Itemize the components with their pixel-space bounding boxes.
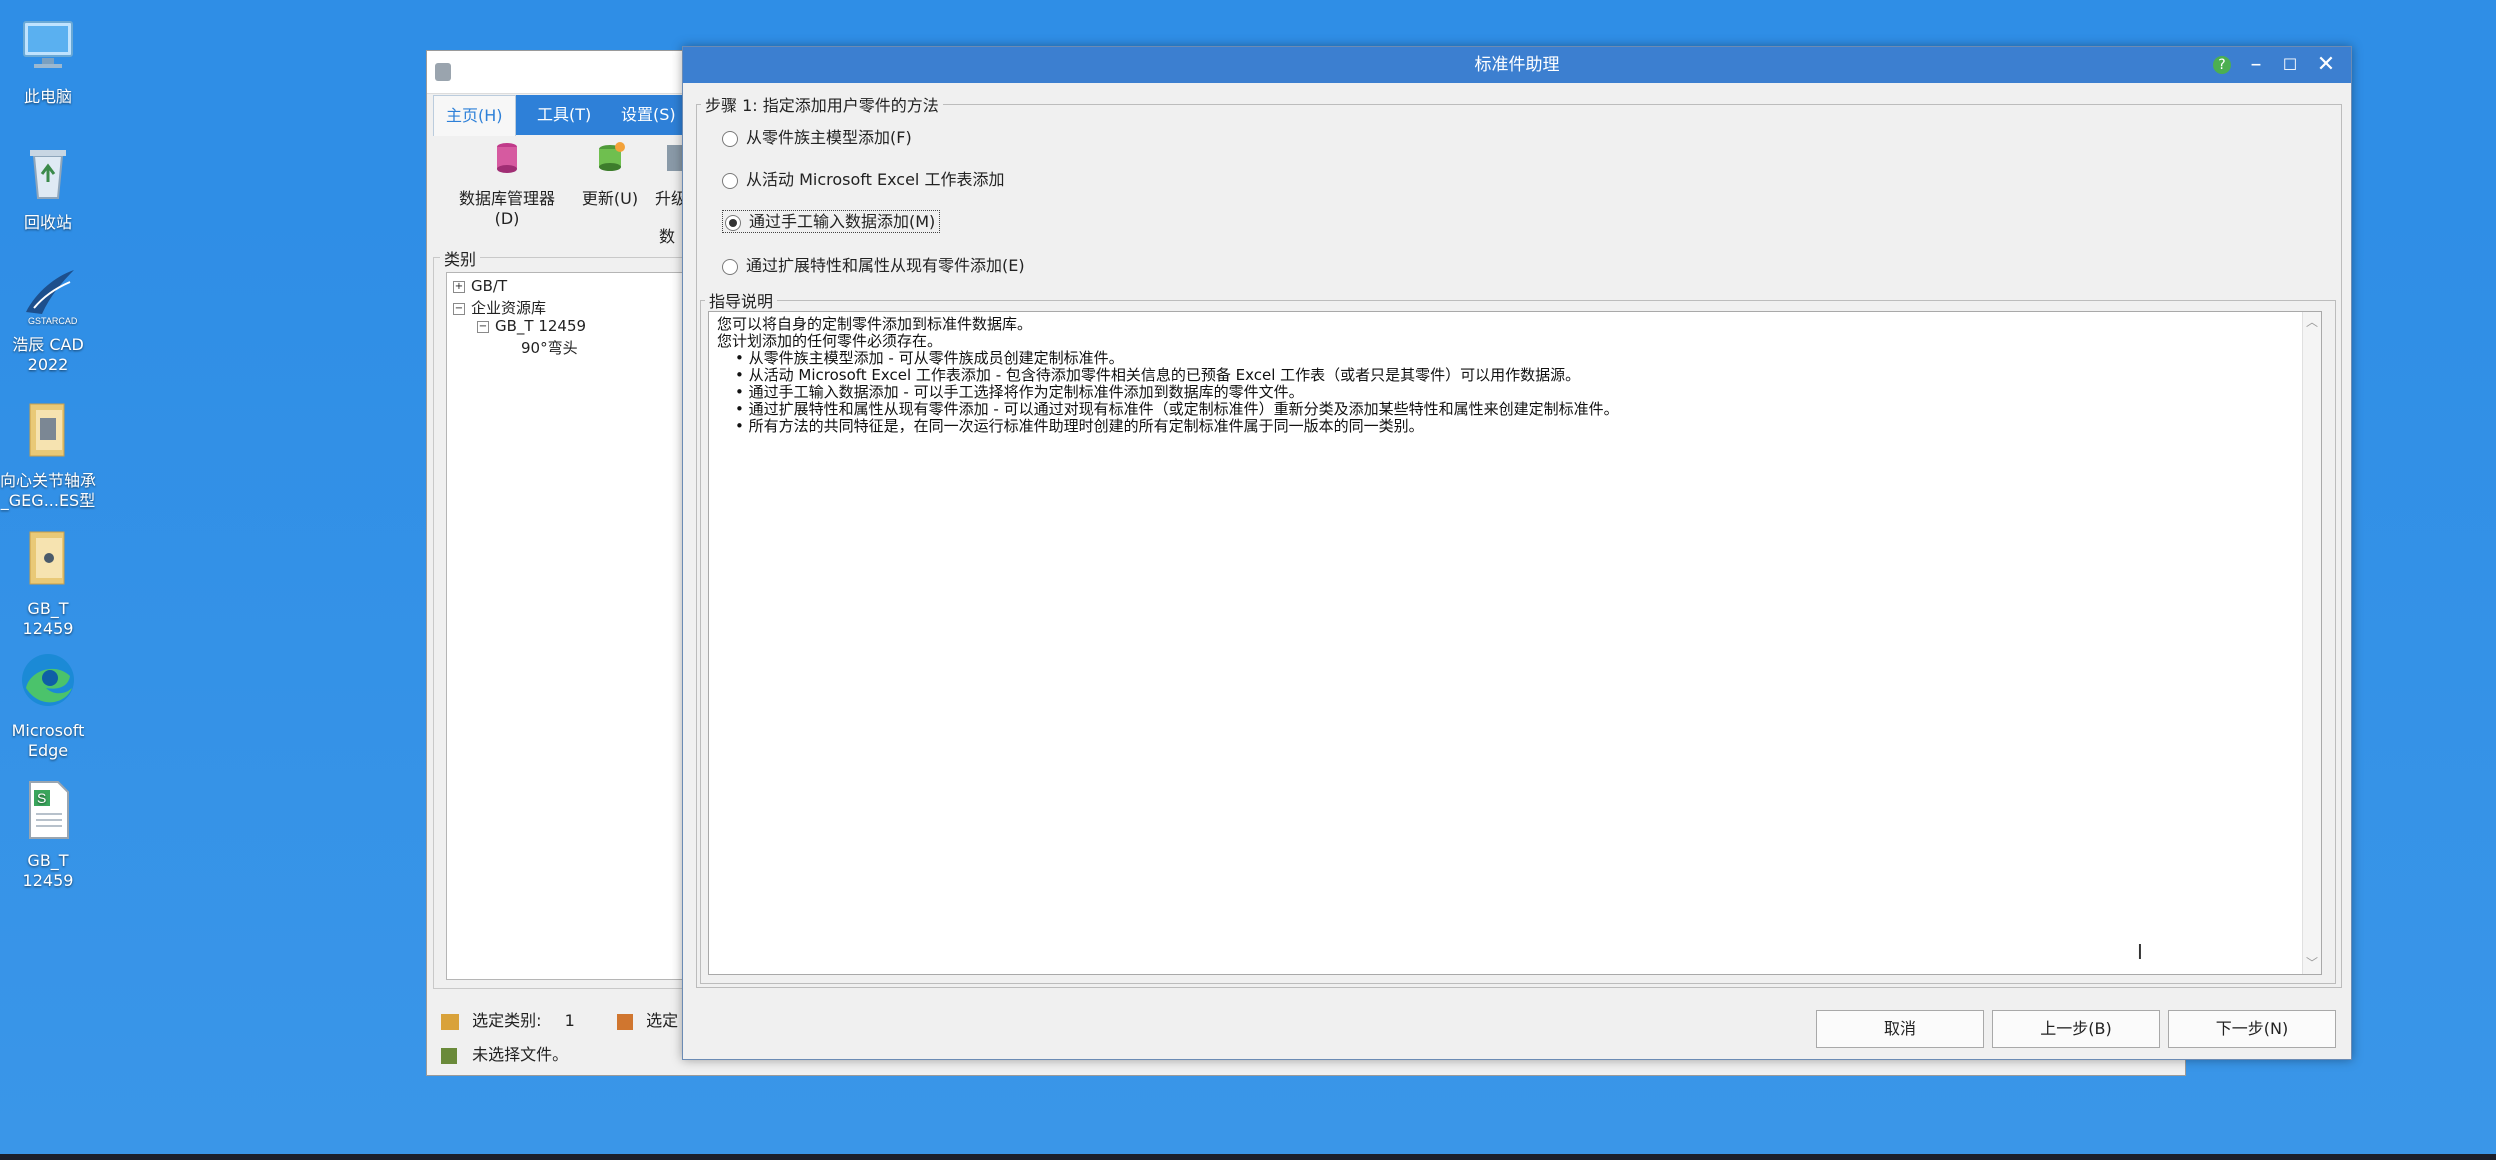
step-title: 步骤 1: 指定添加用户零件的方法 bbox=[705, 96, 939, 115]
dialog-title: 标准件助理 bbox=[1474, 55, 1560, 75]
help-icon[interactable]: ? bbox=[2205, 47, 2239, 83]
desktop-icon-edge[interactable]: Microsoft Edge bbox=[0, 648, 96, 761]
tree-node-elbow[interactable]: 90°弯头 bbox=[521, 337, 578, 358]
desktop-icon-label: 回收站 bbox=[23, 213, 72, 232]
option-label: 从零件族主模型添加(F) bbox=[746, 128, 912, 147]
taskbar bbox=[0, 1154, 2496, 1160]
collapse-icon[interactable]: − bbox=[453, 302, 465, 315]
guide-bullet: • 从活动 Microsoft Excel 工作表添加 - 包含待添加零件相关信… bbox=[735, 366, 1581, 384]
tree-node-gbt[interactable]: + GB/T bbox=[453, 277, 507, 295]
cancel-button[interactable]: 取消 bbox=[1816, 1010, 1984, 1048]
save-icon bbox=[441, 1047, 457, 1064]
option-label: 从活动 Microsoft Excel 工作表添加 bbox=[746, 170, 1005, 189]
expand-icon[interactable]: + bbox=[453, 280, 465, 293]
option-family-model[interactable]: 从零件族主模型添加(F) bbox=[722, 124, 912, 148]
edge-icon bbox=[22, 654, 74, 706]
radio-selected-icon[interactable] bbox=[725, 214, 741, 231]
no-file-row: 未选择文件。 bbox=[441, 1041, 568, 1065]
database-manager-label: 数据库管理器(D) bbox=[458, 189, 555, 228]
scroll-up-icon[interactable]: ︿ bbox=[2303, 314, 2321, 331]
desktop-icon-this-pc[interactable]: 此电脑 bbox=[0, 14, 96, 107]
desktop-icon-label: Microsoft Edge bbox=[11, 721, 85, 760]
guide-bullet: • 通过手工输入数据添加 - 可以手工选择将作为定制标准件添加到数据库的零件文件… bbox=[735, 383, 1304, 401]
collapse-icon[interactable]: − bbox=[477, 320, 489, 333]
vertical-scrollbar[interactable]: ︿ ﹀ bbox=[2302, 312, 2321, 974]
maximize-icon[interactable]: ☐ bbox=[2273, 47, 2307, 83]
app-menu-icon[interactable] bbox=[435, 63, 451, 81]
close-icon[interactable]: ✕ bbox=[2309, 47, 2343, 83]
radio-icon[interactable] bbox=[722, 172, 738, 189]
update-label: 更新(U) bbox=[581, 189, 639, 208]
option-manual[interactable]: 通过手工输入数据添加(M) bbox=[722, 208, 941, 233]
desktop-icon-folder[interactable]: GB_T 12459 bbox=[0, 526, 96, 639]
ribbon-group-label: 数 bbox=[659, 227, 676, 246]
desktop-icon-spreadsheet[interactable]: S GB_T 12459 bbox=[0, 778, 96, 891]
desktop-icon-label: 浩辰 CAD 2022 bbox=[12, 335, 84, 374]
spreadsheet-file-icon: S bbox=[29, 781, 69, 839]
guide-line: 您可以将自身的定制零件添加到标准件数据库。 bbox=[717, 315, 1033, 333]
no-file-text: 未选择文件。 bbox=[472, 1045, 569, 1064]
selected-partial-row: 选定 bbox=[617, 1007, 678, 1031]
this-pc-icon bbox=[23, 21, 73, 68]
update-button[interactable]: 更新(U) bbox=[577, 139, 643, 209]
guide-bullet: • 从零件族主模型添加 - 可从零件族成员创建定制标准件。 bbox=[735, 349, 1124, 367]
svg-text:S: S bbox=[37, 790, 46, 806]
desktop-icon-recycle-bin[interactable]: 回收站 bbox=[0, 140, 96, 233]
dialog-titlebar: 标准件助理 ? – ☐ ✕ bbox=[683, 47, 2351, 83]
desktop-icon-gstarcad[interactable]: GSTARCAD 浩辰 CAD 2022 bbox=[0, 262, 96, 375]
desktop-icon-folder[interactable]: 向心关节轴承_GEG...ES型 bbox=[0, 398, 96, 511]
tab-home[interactable]: 主页(H) bbox=[433, 95, 516, 136]
part-icon bbox=[617, 1013, 633, 1030]
tree-node-enterprise[interactable]: − 企业资源库 bbox=[453, 297, 546, 318]
tab-settings[interactable]: 设置(S) bbox=[609, 95, 688, 135]
guide-bullet: • 通过扩展特性和属性从现有零件添加 - 可以通过对现有标准件（或定制标准件）重… bbox=[735, 400, 1619, 418]
guide-bullet: • 所有方法的共同特征是，在同一次运行标准件助理时创建的所有定制标准件属于同一版… bbox=[735, 417, 1424, 435]
guide-textarea[interactable]: 您可以将自身的定制零件添加到标准件数据库。 您计划添加的任何零件必须存在。 • … bbox=[708, 311, 2322, 975]
category-tree: + GB/T − 企业资源库 − GB_T 12459 90°弯头 bbox=[446, 272, 692, 980]
category-title: 类别 bbox=[440, 246, 481, 270]
svg-text:GSTARCAD: GSTARCAD bbox=[28, 316, 78, 326]
selected-category-value: 1 bbox=[564, 1011, 575, 1030]
text-cursor-icon: I bbox=[2137, 940, 2143, 964]
tree-node-gbt-12459[interactable]: − GB_T 12459 bbox=[477, 317, 586, 335]
option-label: 通过手工输入数据添加(M) bbox=[749, 212, 936, 231]
database-icon bbox=[497, 143, 517, 173]
selected-category-row: 选定类别: 1 bbox=[441, 1007, 575, 1031]
database-manager-button[interactable]: 数据库管理器(D) bbox=[447, 139, 567, 228]
tab-tools[interactable]: 工具(T) bbox=[525, 95, 603, 135]
recycle-bin-icon bbox=[30, 150, 66, 199]
radio-icon[interactable] bbox=[722, 130, 738, 147]
folder-icon bbox=[29, 403, 65, 457]
gstarcad-icon: GSTARCAD bbox=[26, 270, 78, 326]
selected-category-label: 选定类别: bbox=[472, 1011, 542, 1030]
selected-partial-label: 选定 bbox=[646, 1011, 679, 1030]
minimize-icon[interactable]: – bbox=[2239, 47, 2273, 83]
back-button[interactable]: 上一步(B) bbox=[1992, 1010, 2160, 1048]
option-excel[interactable]: 从活动 Microsoft Excel 工作表添加 bbox=[722, 166, 1004, 190]
category-icon bbox=[441, 1013, 459, 1030]
option-extend-existing[interactable]: 通过扩展特性和属性从现有零件添加(E) bbox=[722, 252, 1025, 276]
radio-icon[interactable] bbox=[722, 258, 738, 275]
folder-icon bbox=[29, 531, 65, 585]
desktop-icon-label: GB_T 12459 bbox=[22, 851, 74, 890]
category-panel: 类别 + GB/T − 企业资源库 − GB_T 12459 90°弯头 bbox=[433, 246, 695, 989]
status-bar: 选定类别: 1 选定 未选择文件。 bbox=[433, 995, 693, 1071]
option-label: 通过扩展特性和属性从现有零件添加(E) bbox=[746, 256, 1025, 275]
scroll-down-icon[interactable]: ﹀ bbox=[2303, 955, 2321, 972]
guide-title: 指导说明 bbox=[709, 292, 774, 311]
next-button[interactable]: 下一步(N) bbox=[2168, 1010, 2336, 1048]
focused-option[interactable]: 通过手工输入数据添加(M) bbox=[722, 210, 941, 233]
update-icon bbox=[599, 142, 625, 171]
desktop-icon-label: 向心关节轴承_GEG...ES型 bbox=[0, 471, 97, 510]
desktop-icon-label: GB_T 12459 bbox=[22, 599, 74, 638]
desktop-icon-label: 此电脑 bbox=[23, 87, 72, 106]
guide-line: 您计划添加的任何零件必须存在。 bbox=[717, 332, 943, 350]
